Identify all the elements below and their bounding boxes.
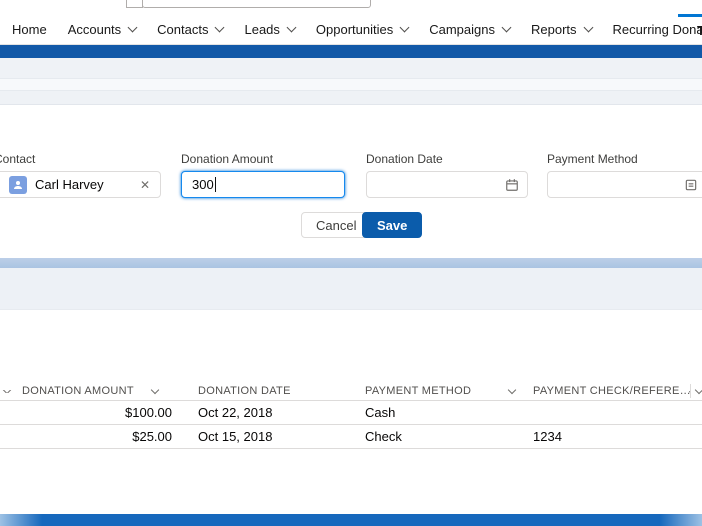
column-label: PAYMENT CHECK/REFERE… xyxy=(533,385,690,397)
cell-donation-amount: $25.00 xyxy=(132,429,172,444)
chevron-down-icon[interactable] xyxy=(399,22,410,33)
nav-tab-label: Opportunities xyxy=(315,22,394,37)
clipped-column-menu[interactable] xyxy=(0,389,14,393)
nav-tab-recurring-donations[interactable]: Recurring Donations xyxy=(613,22,702,37)
nav-tab-campaigns[interactable]: Campaigns xyxy=(429,22,512,37)
cell-donation-date: Oct 15, 2018 xyxy=(198,429,273,444)
nav-tab-leads[interactable]: Leads xyxy=(244,22,297,37)
text-cursor xyxy=(214,177,216,192)
donations-table: DONATION AMOUNT DONATION DATE PAYMENT ME… xyxy=(0,382,702,449)
page-header-band xyxy=(0,58,702,105)
chevron-down-icon[interactable] xyxy=(286,22,297,33)
chevron-down-icon[interactable] xyxy=(215,22,225,33)
nav-tab-label: Home xyxy=(12,22,47,37)
column-label: DONATION DATE xyxy=(198,385,291,397)
column-label: PAYMENT METHOD xyxy=(365,385,472,397)
donation-edit-form: Contact Carl Harvey ✕ Donation Amount 30… xyxy=(0,105,702,258)
nav-tab-opportunities[interactable]: Opportunities xyxy=(315,22,410,37)
chevron-down-icon[interactable] xyxy=(694,385,702,394)
nav-tab-label: Reports xyxy=(531,22,577,37)
donation-date-input[interactable] xyxy=(366,171,528,198)
column-label: DONATION AMOUNT xyxy=(22,385,134,397)
calendar-icon[interactable] xyxy=(505,178,519,192)
bottom-blue-bar xyxy=(0,514,702,526)
donation-amount-input[interactable]: 300 xyxy=(181,171,345,198)
cell-payment-method: Cash xyxy=(365,405,396,420)
nav-tab-reports[interactable]: Reports xyxy=(531,22,593,37)
column-header-payment-method[interactable]: PAYMENT METHOD xyxy=(358,385,525,397)
donation-amount-value: 300 xyxy=(192,177,214,192)
nav-tab-label: Accounts xyxy=(67,22,122,37)
contact-field-value: Carl Harvey xyxy=(35,177,104,192)
payment-method-label: Payment Method xyxy=(547,152,638,166)
header-blue-bar xyxy=(0,45,702,58)
nav-tab-label: Campaigns xyxy=(429,22,495,37)
cell-payment-method: Check xyxy=(365,429,402,444)
active-tab-indicator xyxy=(678,14,702,17)
nav-tab-clipped[interactable]: T xyxy=(697,23,702,38)
contact-field[interactable]: Carl Harvey ✕ xyxy=(0,171,161,198)
header-inner-strip xyxy=(0,78,702,91)
salesforce-app-window: Home Accounts Contacts Leads Opportuniti… xyxy=(0,0,702,526)
top-clipped-searchbox[interactable] xyxy=(142,0,371,8)
clear-icon[interactable]: ✕ xyxy=(140,178,150,192)
payment-method-input[interactable] xyxy=(547,171,702,198)
donation-date-label: Donation Date xyxy=(366,152,443,166)
table-header-row: DONATION AMOUNT DONATION DATE PAYMENT ME… xyxy=(0,382,702,401)
nav-bar: Home Accounts Contacts Leads Opportuniti… xyxy=(0,14,702,45)
clipped-column-header[interactable] xyxy=(690,384,702,398)
column-header-payment-check-reference[interactable]: PAYMENT CHECK/REFERE… xyxy=(525,385,690,397)
donation-amount-label: Donation Amount xyxy=(181,152,274,166)
top-clipped-button[interactable] xyxy=(126,0,143,8)
nav-tab-contacts[interactable]: Contacts xyxy=(157,22,225,37)
nav-tab-home[interactable]: Home xyxy=(12,22,47,37)
picklist-icon[interactable] xyxy=(684,178,698,192)
table-row[interactable]: $25.00 Oct 15, 2018 Check 1234 xyxy=(0,425,702,449)
nav-tab-accounts[interactable]: Accounts xyxy=(67,22,138,37)
cell-donation-date: Oct 22, 2018 xyxy=(198,405,273,420)
chevron-down-icon[interactable] xyxy=(150,385,160,394)
section-divider-band xyxy=(0,258,702,268)
chevron-down-icon[interactable] xyxy=(2,389,12,393)
nav-tab-label: Contacts xyxy=(157,22,209,37)
table-row[interactable]: $100.00 Oct 22, 2018 Cash xyxy=(0,401,702,425)
column-header-donation-amount[interactable]: DONATION AMOUNT xyxy=(14,385,190,397)
cancel-button[interactable]: Cancel xyxy=(301,212,372,238)
chevron-down-icon[interactable] xyxy=(127,22,138,33)
section-light-band xyxy=(0,268,702,310)
cell-payment-check-reference: 1234 xyxy=(533,429,562,444)
contact-icon xyxy=(9,175,27,194)
column-header-donation-date[interactable]: DONATION DATE xyxy=(190,385,358,397)
contact-field-label: Contact xyxy=(0,152,36,166)
save-button[interactable]: Save xyxy=(362,212,423,238)
chevron-down-icon[interactable] xyxy=(507,385,517,394)
chevron-down-icon[interactable] xyxy=(501,22,512,33)
chevron-down-icon[interactable] xyxy=(583,22,593,33)
nav-tab-label: Leads xyxy=(244,22,280,37)
cell-donation-amount: $100.00 xyxy=(125,405,172,420)
nav-tab-label: Recurring Donations xyxy=(612,22,702,37)
